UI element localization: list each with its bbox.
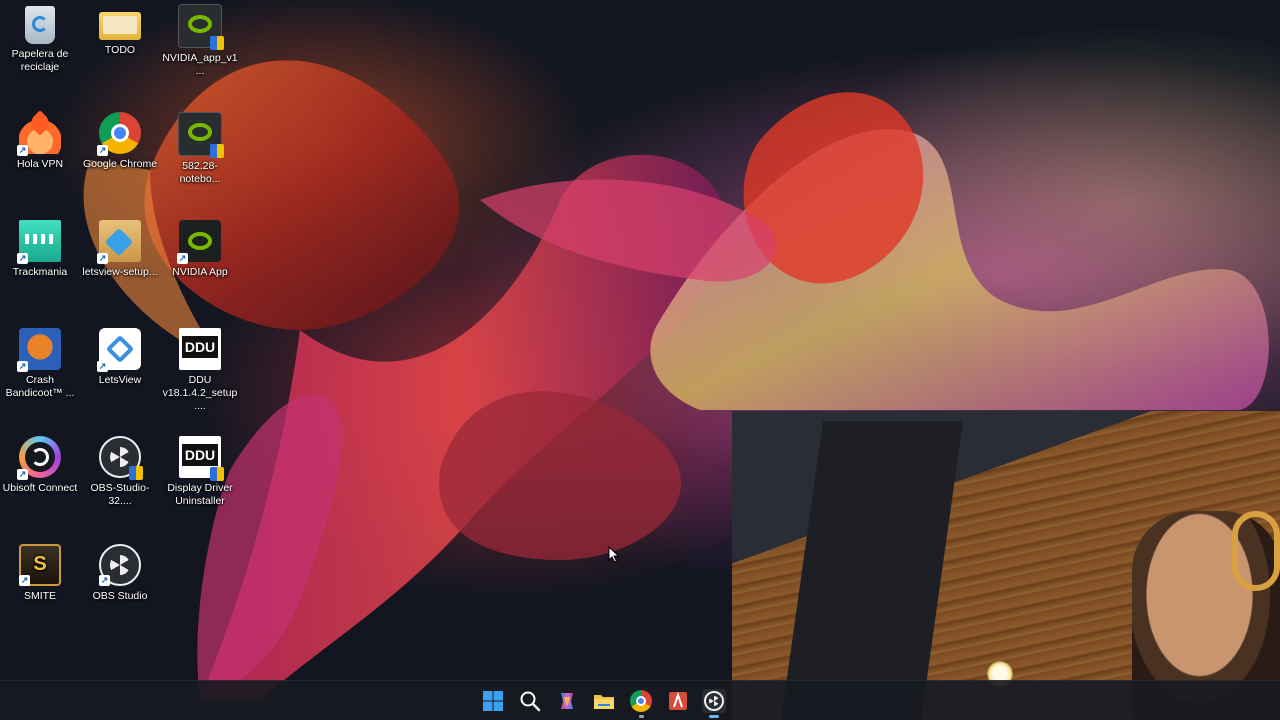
desktop-icon-letsview[interactable]: ↗ LetsView [80, 324, 160, 387]
obs-icon: ↗ [99, 544, 141, 586]
desktop-icon-obs-studio[interactable]: ↗ OBS Studio [80, 540, 160, 603]
desktop-icon-crash-bandicoot[interactable]: ↗ Crash Bandicoot™ ... [0, 324, 80, 400]
search-icon[interactable] [518, 689, 542, 713]
desktop-icon-label: DDU v18.1.4.2_setup.... [162, 374, 238, 412]
desktop-icon-label: letsview-setup... [82, 266, 158, 278]
desktop-icon-label: OBS Studio [92, 590, 148, 602]
desktop-icon-label: TODO [104, 44, 136, 56]
folder-icon [99, 12, 141, 40]
desktop-icon-label: Google Chrome [82, 158, 158, 170]
shortcut-arrow-icon: ↗ [17, 469, 28, 480]
desktop-icon-label: Crash Bandicoot™ ... [5, 374, 75, 399]
desktop-icon-hola-vpn[interactable]: ↗ Hola VPN [0, 108, 80, 171]
running-indicator [639, 715, 644, 718]
desktop-icon-letsview-setup[interactable]: ↗ letsview-setup... [80, 216, 160, 279]
desktop-icon-nvidia-installer[interactable]: NVIDIA_app_v1... [160, 0, 240, 78]
desktop-icon-label: Papelera de reciclaje [11, 48, 69, 73]
desktop-icon-label: Ubisoft Connect [2, 482, 78, 494]
trackmania-icon: ↗ [17, 220, 61, 264]
desktop-icon-label: Display Driver Uninstaller [167, 482, 233, 507]
shortcut-arrow-icon: ↗ [17, 253, 28, 264]
obs-installer-icon [99, 436, 143, 480]
webcam-speaker [780, 421, 964, 720]
crash-bandicoot-icon: ↗ [17, 328, 61, 372]
shortcut-arrow-icon: ↗ [19, 575, 30, 586]
desktop-icon-todo-folder[interactable]: TODO [80, 0, 160, 57]
ddu-setup-icon: DDU [179, 328, 221, 370]
desktop-icon-google-chrome[interactable]: ↗ Google Chrome [80, 108, 160, 171]
obs-icon[interactable] [702, 689, 726, 718]
shortcut-arrow-icon: ↗ [17, 361, 28, 372]
nvidia-driver-icon [178, 112, 224, 158]
nvidia-installer-icon [178, 4, 224, 50]
desktop-icon-label: NVIDIA_app_v1... [162, 52, 238, 77]
copilot-icon[interactable] [555, 689, 579, 713]
desktop-icon-smite[interactable]: S ↗ SMITE [0, 540, 80, 603]
desktop-icon-display-driver-uninstaller[interactable]: DDU Display Driver Uninstaller [160, 432, 240, 508]
desktop-icon-label: Trackmania [12, 266, 68, 278]
file-explorer-icon[interactable] [592, 689, 616, 713]
chrome-icon[interactable] [629, 689, 653, 718]
hola-vpn-icon: ↗ [17, 110, 61, 156]
letsview-icon: ↗ [97, 328, 141, 372]
red-app-icon[interactable] [666, 689, 690, 713]
active-indicator [709, 715, 719, 718]
desktop-icon-ubisoft-connect[interactable]: ↗ Ubisoft Connect [0, 432, 80, 495]
taskbar [0, 680, 1280, 720]
ddu-icon: DDU [179, 436, 224, 481]
shortcut-arrow-icon: ↗ [17, 145, 28, 156]
desktop-icon-nvidia-driver[interactable]: 582.28-notebo... [160, 108, 240, 186]
shortcut-arrow-icon: ↗ [99, 575, 110, 586]
desktop-icon-obs-installer[interactable]: OBS-Studio-32.... [80, 432, 160, 508]
webcam-headphones [1232, 511, 1280, 591]
shortcut-arrow-icon: ↗ [97, 253, 108, 264]
desktop-icon-ddu-setup[interactable]: DDU DDU v18.1.4.2_setup.... [160, 324, 240, 413]
smite-icon: S ↗ [19, 544, 61, 586]
shortcut-arrow-icon: ↗ [177, 253, 188, 264]
shortcut-arrow-icon: ↗ [97, 145, 108, 156]
ubisoft-icon: ↗ [17, 436, 61, 480]
desktop-icon-trackmania[interactable]: ↗ Trackmania [0, 216, 80, 279]
installer-icon: ↗ [97, 220, 141, 264]
desktop-icon-nvidia-app[interactable]: ↗ NVIDIA App [160, 216, 240, 279]
windows-start-icon[interactable] [481, 689, 505, 713]
desktop-icon-label: NVIDIA App [172, 266, 228, 278]
desktop-icon-label: OBS-Studio-32.... [90, 482, 150, 507]
desktop-icon-label: LetsView [98, 374, 142, 386]
shortcut-arrow-icon: ↗ [97, 361, 108, 372]
recycle-bin-icon [25, 6, 55, 44]
desktop-icon-label: SMITE [23, 590, 57, 602]
webcam-overlay [732, 411, 1280, 720]
desktop-icon-label: 582.28-notebo... [179, 160, 221, 185]
nvidia-app-icon: ↗ [177, 220, 221, 264]
mouse-cursor-icon [608, 546, 620, 563]
desktop-icon-recycle-bin[interactable]: Papelera de reciclaje [0, 0, 80, 74]
chrome-icon: ↗ [97, 112, 141, 156]
desktop-icon-label: Hola VPN [16, 158, 64, 170]
desktop: Papelera de reciclaje TODO NVIDIA_app_v1… [0, 0, 1280, 720]
